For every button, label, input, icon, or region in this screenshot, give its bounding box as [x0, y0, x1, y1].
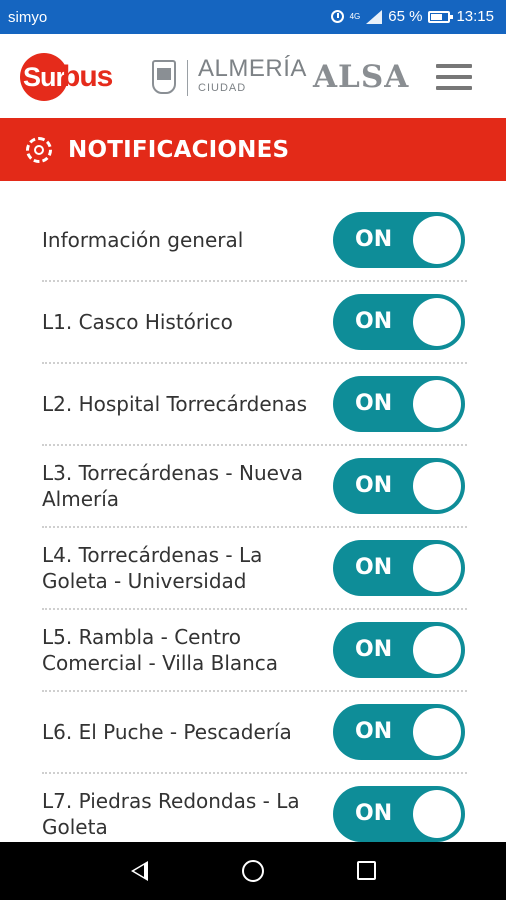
toggle-knob	[413, 544, 461, 592]
status-icons: 4G 65 % 13:15	[330, 8, 494, 25]
toggle-state: ON	[355, 555, 393, 580]
almeria-name: ALMERÍA	[198, 55, 307, 82]
notification-toggle[interactable]: ON	[333, 458, 465, 514]
list-item: L6. El Puche - Pescadería ON	[42, 692, 467, 774]
notification-toggle[interactable]: ON	[333, 212, 465, 268]
notification-label: L1. Casco Histórico	[42, 310, 233, 334]
home-icon[interactable]	[242, 860, 264, 882]
signal-icon	[366, 9, 383, 24]
notification-toggle[interactable]: ON	[333, 294, 465, 350]
toggle-state: ON	[355, 719, 393, 744]
notification-label: Información general	[42, 228, 244, 252]
toggle-knob	[413, 708, 461, 756]
toggle-knob	[413, 298, 461, 346]
app-header: Sur bus ALMERÍA CIUDAD ALSA	[0, 34, 506, 118]
notification-toggle[interactable]: ON	[333, 376, 465, 432]
alsa-logo: ALSA	[313, 59, 410, 95]
toggle-state: ON	[355, 227, 393, 252]
status-bar: simyo 4G 65 % 13:15	[0, 0, 506, 34]
toggle-state: ON	[355, 309, 393, 334]
surbus-logo-text: bus	[62, 60, 113, 93]
list-item: L3. Torrecárdenas - Nueva Almería ON	[42, 446, 467, 528]
notification-toggle[interactable]: ON	[333, 704, 465, 760]
list-item: Información general ON	[42, 200, 467, 282]
notification-toggle[interactable]: ON	[333, 622, 465, 678]
notification-label: L7. Piedras Redondas - La Goleta	[42, 789, 300, 839]
gear-icon	[26, 136, 52, 163]
recent-apps-icon[interactable]	[357, 861, 376, 880]
toggle-state: ON	[355, 391, 393, 416]
system-nav-bar	[0, 842, 506, 900]
toggle-knob	[413, 380, 461, 428]
notification-label: L2. Hospital Torrecárdenas	[42, 392, 308, 416]
toggle-knob	[413, 790, 461, 838]
toggle-knob	[413, 626, 461, 674]
menu-line	[436, 64, 472, 68]
network-label: 4G	[349, 12, 361, 21]
toggle-state: ON	[355, 637, 393, 662]
list-item: L2. Hospital Torrecárdenas ON	[42, 364, 467, 446]
list-item: L5. Rambla - Centro Comercial - Villa Bl…	[42, 610, 467, 692]
toggle-knob	[413, 216, 461, 264]
toggle-state: ON	[355, 473, 393, 498]
back-icon[interactable]	[131, 861, 148, 881]
alarm-icon	[330, 10, 344, 23]
clock: 13:15	[456, 8, 494, 25]
almeria-logo: ALMERÍA CIUDAD	[198, 55, 307, 95]
surbus-logo: Sur bus	[20, 52, 113, 102]
header-divider	[187, 60, 188, 96]
page-title: NOTIFICACIONES	[68, 136, 290, 163]
list-item: L1. Casco Histórico ON	[42, 282, 467, 364]
notification-label: L3. Torrecárdenas - Nueva Almería	[42, 461, 304, 511]
notification-label: L6. El Puche - Pescadería	[42, 720, 292, 744]
notification-label: L4. Torrecárdenas - La Goleta - Universi…	[42, 543, 263, 593]
menu-icon[interactable]	[434, 62, 474, 94]
toggle-knob	[413, 462, 461, 510]
notifications-list: Información general ON L1. Casco Históri…	[42, 200, 467, 856]
battery-icon	[428, 10, 454, 23]
notification-toggle[interactable]: ON	[333, 786, 465, 842]
notification-toggle[interactable]: ON	[333, 540, 465, 596]
section-title-bar: NOTIFICACIONES	[0, 118, 506, 181]
crest-icon	[152, 60, 176, 94]
notification-label: L5. Rambla - Centro Comercial - Villa Bl…	[42, 625, 279, 675]
menu-line	[436, 75, 472, 79]
almeria-subtitle: CIUDAD	[198, 82, 247, 94]
surbus-logo-circle: Sur	[20, 53, 68, 101]
menu-line	[436, 86, 472, 90]
carrier-name: simyo	[8, 9, 48, 26]
toggle-state: ON	[355, 801, 393, 826]
list-item: L4. Torrecárdenas - La Goleta - Universi…	[42, 528, 467, 610]
battery-percent: 65 %	[388, 8, 423, 25]
